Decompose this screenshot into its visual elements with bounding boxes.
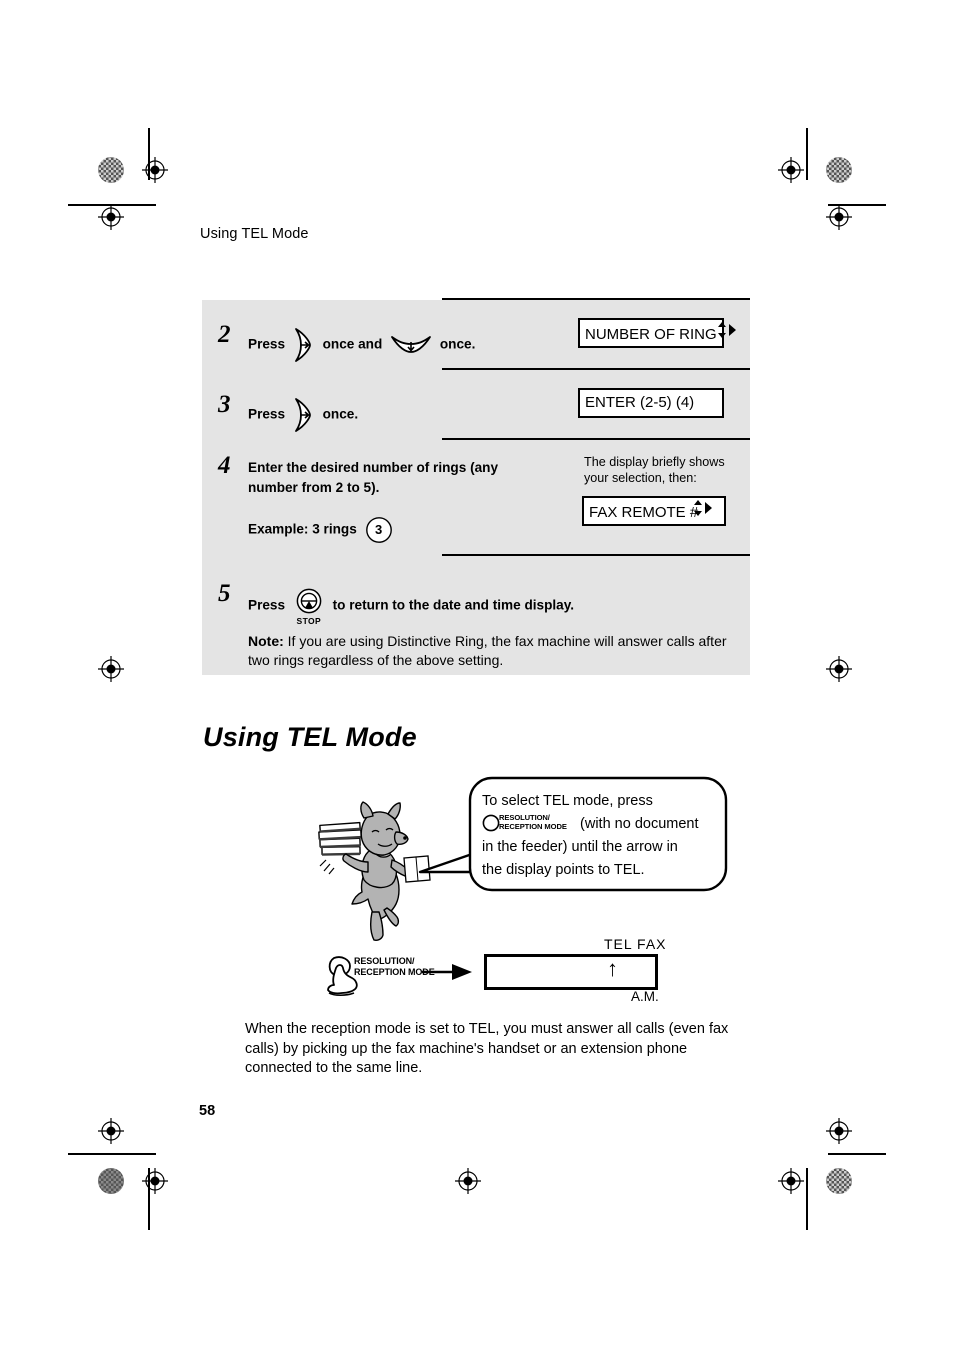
step-instruction: Press once.: [248, 397, 358, 433]
closing-paragraph: When the reception mode is set to TEL, y…: [245, 1021, 729, 1076]
step-number: 5: [218, 580, 231, 607]
step-instruction: Press once and once.: [248, 327, 475, 363]
procedure-step-3: 3 Press once. ENTER (2-5) (4): [202, 370, 750, 438]
updown-right-arrows-icon: [717, 320, 737, 349]
lcd-readout-step-2: NUMBER OF RING: [578, 318, 736, 348]
procedure-step-5: 5 Press STOP to return to the date and t…: [202, 556, 750, 674]
bubble-line-2-text: (with no document: [580, 816, 699, 832]
arrow-right-icon: [422, 964, 472, 980]
procedure-panel: 2 Press once and once. NUMBER OF RING 3 …: [202, 298, 750, 675]
bubble-line-4: the display points to TEL.: [482, 862, 645, 878]
numeric-key-3-icon: 3: [365, 516, 393, 544]
registration-dot: [826, 157, 852, 183]
arrow-right-key-icon: [294, 328, 311, 362]
registration-target-icon: [142, 1168, 168, 1194]
registration-target-icon: [98, 1118, 124, 1144]
arrow-right-key-icon: [294, 398, 311, 432]
running-head: Using TEL Mode: [200, 226, 309, 242]
display-am-label: A.M.: [631, 989, 659, 1004]
step-text-after: once.: [439, 336, 476, 352]
registration-target-icon: [826, 204, 852, 230]
crop-mark-line: [68, 1153, 156, 1155]
procedure-step-4: 4 Enter the desired number of rings (any…: [202, 440, 750, 554]
numeric-key-label: 3: [374, 522, 383, 537]
step-number: 3: [218, 391, 231, 418]
step-instruction: Press STOP to return to the date and tim…: [248, 588, 575, 626]
bubble-line-2: RESOLUTION/ RECEPTION MODE (with no docu…: [482, 813, 728, 836]
step-number: 4: [218, 452, 231, 479]
procedure-note: Note: If you are using Distinctive Ring,…: [248, 632, 748, 670]
registration-target-icon: [826, 656, 852, 682]
rrm-button-label-line1: RESOLUTION/: [499, 813, 550, 823]
step-text-before: Press: [248, 406, 286, 422]
step-example: Example: 3 rings 3: [248, 516, 397, 544]
stop-button-icon: STOP: [292, 588, 326, 626]
step-side-note: The display briefly shows your selection…: [584, 455, 725, 485]
lcd-readout-step-4: FAX REMOTE #: [582, 496, 726, 526]
registration-target-icon: [98, 656, 124, 682]
resolution-reception-mode-button-icon: RESOLUTION/ RECEPTION MODE: [482, 813, 574, 832]
speech-bubble-text: To select TEL mode, press RESOLUTION/ RE…: [482, 790, 728, 882]
registration-target-icon: [142, 157, 168, 183]
example-label: Example: 3 rings: [248, 521, 357, 537]
lcd-text: ENTER (2-5) (4): [585, 394, 695, 412]
lcd-display-panel: [484, 954, 658, 990]
registration-target-icon: [826, 1118, 852, 1144]
speech-bubble: To select TEL mode, press RESOLUTION/ RE…: [418, 776, 730, 903]
rrm-diagram-label-line1: RESOLUTION/: [354, 956, 415, 966]
crop-mark-line: [806, 128, 808, 180]
lcd-text: NUMBER OF RING: [585, 325, 717, 343]
registration-dot: [98, 1168, 124, 1194]
crop-mark-line: [828, 1153, 886, 1155]
step-text-before: Press: [248, 597, 286, 613]
bubble-line-3: in the feeder) until the arrow in: [482, 839, 678, 855]
step-instruction: Enter the desired number of rings (any n…: [248, 460, 499, 495]
registration-target-icon: [455, 1168, 481, 1194]
step-text-before: Press: [248, 336, 286, 352]
step-text-after: to return to the date and time display.: [332, 597, 575, 613]
lcd-text: FAX REMOTE #: [589, 503, 699, 521]
updown-right-arrows-icon: [693, 498, 713, 527]
rrm-button-label-line2: RECEPTION MODE: [499, 822, 567, 832]
registration-target-icon: [98, 204, 124, 230]
registration-target-icon: [778, 157, 804, 183]
registration-dot: [826, 1168, 852, 1194]
registration-dot: [98, 157, 124, 183]
stop-button-label: STOP: [296, 616, 322, 626]
arrow-down-key-icon: [391, 336, 431, 353]
note-text: If you are using Distinctive Ring, the f…: [248, 633, 727, 668]
crop-mark-line: [806, 1168, 808, 1230]
step-text-after: once.: [322, 406, 359, 422]
display-mode-labels: TEL FAX: [604, 936, 667, 952]
bubble-line-1: To select TEL mode, press: [482, 793, 653, 809]
registration-target-icon: [778, 1168, 804, 1194]
page-number: 58: [199, 1103, 216, 1119]
lcd-readout-step-3: ENTER (2-5) (4): [578, 388, 724, 418]
page-title: Using TEL Mode: [203, 722, 417, 752]
note-label: Note:: [248, 633, 284, 649]
procedure-step-2: 2 Press once and once. NUMBER OF RING: [202, 300, 750, 368]
step-text-middle: once and: [322, 336, 383, 352]
step-number: 2: [218, 321, 231, 348]
mode-pointer-arrow-icon: ↑: [607, 956, 618, 981]
